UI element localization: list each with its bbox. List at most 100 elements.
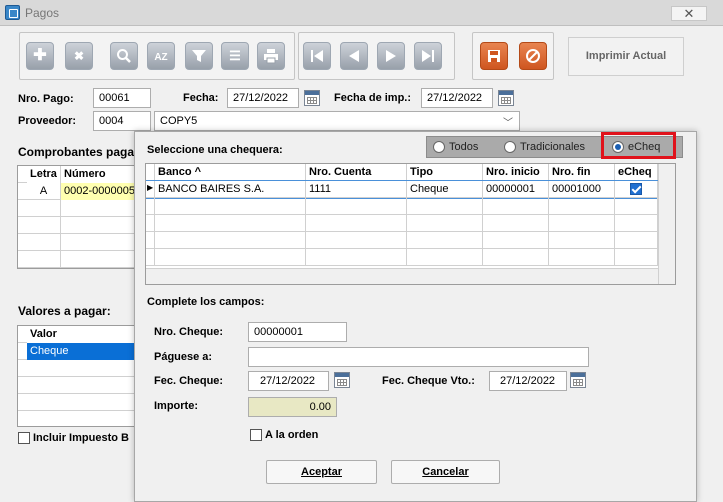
incluir-impuesto-checkbox[interactable]: [18, 432, 30, 444]
column-header-tipo[interactable]: Tipo: [407, 164, 483, 181]
table-row[interactable]: [146, 198, 675, 215]
table-row[interactable]: [18, 217, 134, 234]
importe-field[interactable]: 0.00: [248, 397, 337, 417]
plus-icon: ✚: [33, 47, 47, 64]
table-row[interactable]: Cheque: [18, 343, 134, 360]
fec-vto-field[interactable]: 27/12/2022: [489, 371, 567, 391]
report-icon: ☰: [229, 48, 241, 63]
next-record-button[interactable]: [377, 42, 405, 70]
cancel-icon: [526, 49, 540, 63]
calendar-icon[interactable]: [334, 372, 350, 388]
nro-cheque-field[interactable]: 00000001: [248, 322, 347, 342]
table-row[interactable]: ▶ BANCO BAIRES S.A. 1111 Cheque 00000001…: [146, 180, 659, 199]
last-record-button[interactable]: [414, 42, 442, 70]
column-header-cuenta[interactable]: Nro. Cuenta: [306, 164, 407, 181]
accept-button[interactable]: Aceptar: [266, 460, 377, 484]
title-bar: Pagos ✕: [0, 0, 723, 26]
table-row[interactable]: [18, 251, 134, 268]
save-icon: [488, 50, 500, 62]
table-row[interactable]: [18, 394, 134, 411]
grid-header-row: Banco ^ Nro. Cuenta Tipo Nro. inicio Nro…: [146, 164, 675, 181]
search-button[interactable]: [110, 42, 138, 70]
search-icon: [117, 49, 131, 63]
table-row[interactable]: [18, 200, 134, 217]
table-row[interactable]: [18, 377, 134, 394]
filter-button[interactable]: [185, 42, 213, 70]
table-row[interactable]: [146, 232, 675, 249]
column-header-inicio[interactable]: Nro. inicio: [483, 164, 549, 181]
cuenta-cell: 1111: [306, 181, 407, 198]
tipo-cell: Cheque: [407, 181, 483, 198]
grid-scrollbar-horizontal[interactable]: [146, 268, 658, 284]
importe-label: Importe:: [154, 400, 198, 412]
column-header[interactable]: Número: [61, 166, 134, 183]
filter-icon: [192, 50, 206, 62]
last-icon: [422, 50, 434, 62]
grid-scrollbar[interactable]: [658, 164, 675, 284]
window-title: Pagos: [25, 6, 60, 20]
proveedor-label: Proveedor:: [18, 115, 77, 127]
radio-dot: [504, 141, 516, 153]
a-la-orden-checkbox[interactable]: [250, 429, 262, 441]
table-row[interactable]: A 0002-00000059: [18, 183, 134, 200]
fec-cheque-field[interactable]: 27/12/2022: [248, 371, 329, 391]
chequera-dialog: Seleccione una chequera: Banco ^ Nro. Cu…: [134, 131, 697, 502]
comprobantes-grid[interactable]: Letra Número A 0002-00000059: [17, 165, 135, 269]
table-row[interactable]: [146, 215, 675, 232]
fecha-field[interactable]: 27/12/2022: [227, 88, 299, 108]
nro-pago-label: Nro. Pago:: [18, 93, 74, 105]
previous-icon: [349, 50, 359, 62]
column-header[interactable]: Valor: [27, 326, 134, 343]
column-header-banco[interactable]: Banco ^: [155, 164, 306, 181]
fec-vto-label: Fec. Cheque Vto.:: [382, 375, 475, 387]
report-button[interactable]: ☰: [221, 42, 249, 70]
proveedor-name-field[interactable]: COPY5: [154, 111, 520, 131]
calendar-icon[interactable]: [498, 90, 514, 106]
fecha-label: Fecha:: [183, 92, 219, 104]
fecha-imp-field[interactable]: 27/12/2022: [421, 88, 493, 108]
delete-button[interactable]: ✖: [65, 42, 93, 70]
cancel-toolbar-button[interactable]: [519, 42, 547, 70]
column-header[interactable]: Letra: [27, 166, 61, 183]
first-record-button[interactable]: [303, 42, 331, 70]
close-button[interactable]: ✕: [671, 6, 707, 21]
chequera-grid[interactable]: Banco ^ Nro. Cuenta Tipo Nro. inicio Nro…: [145, 163, 676, 285]
valor-cell: Cheque: [27, 343, 134, 360]
table-row[interactable]: [146, 249, 675, 266]
fin-cell: 00001000: [549, 181, 615, 198]
column-header-fin[interactable]: Nro. fin: [549, 164, 615, 181]
a-la-orden-label: A la orden: [265, 429, 319, 441]
letra-cell: A: [27, 183, 61, 200]
fecha-imp-label: Fecha de imp.:: [334, 92, 412, 104]
proveedor-code-field[interactable]: 0004: [93, 111, 151, 131]
complete-fields-title: Complete los campos:: [147, 296, 265, 308]
banco-cell: BANCO BAIRES S.A.: [155, 181, 306, 198]
table-row[interactable]: [18, 360, 134, 377]
calendar-icon[interactable]: [570, 372, 586, 388]
previous-record-button[interactable]: [340, 42, 368, 70]
sort-az-icon: AZ: [154, 52, 168, 63]
grid-header-row: Valor: [18, 326, 134, 343]
first-icon: [311, 50, 323, 62]
radio-dot: [433, 141, 445, 153]
column-header-echeq[interactable]: eCheq: [615, 164, 658, 181]
comprobantes-title: Comprobantes pagad: [18, 145, 142, 159]
print-toolbar-button[interactable]: [257, 42, 285, 70]
cancel-button[interactable]: Cancelar: [391, 460, 500, 484]
column-header: [146, 164, 155, 181]
chevron-down-icon[interactable]: ﹀: [503, 114, 513, 129]
valores-grid[interactable]: Valor Cheque: [17, 325, 135, 427]
paguese-field[interactable]: [248, 347, 589, 367]
grid-header-row: Letra Número: [18, 166, 134, 183]
table-row[interactable]: [18, 234, 134, 251]
print-current-button[interactable]: Imprimir Actual: [568, 37, 684, 76]
save-button[interactable]: [480, 42, 508, 70]
calendar-icon[interactable]: [304, 90, 320, 106]
echeq-checkbox[interactable]: [630, 183, 642, 195]
sort-button[interactable]: AZ: [147, 42, 175, 70]
row-pointer-icon: ▶: [146, 181, 155, 198]
close-icon: ✕: [683, 6, 695, 21]
add-button[interactable]: ✚: [26, 42, 54, 70]
nro-pago-field[interactable]: 00061: [93, 88, 151, 108]
select-chequera-title: Seleccione una chequera:: [147, 144, 283, 156]
